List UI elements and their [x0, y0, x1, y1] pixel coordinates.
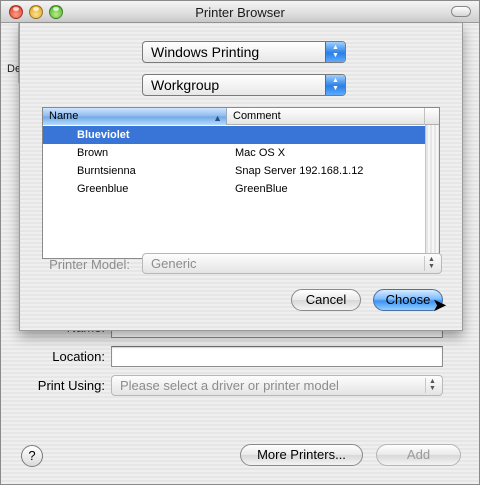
- help-button[interactable]: ?: [21, 445, 43, 467]
- table-row[interactable]: Brown Mac OS X: [43, 144, 425, 162]
- cancel-button[interactable]: Cancel: [291, 289, 361, 311]
- row-comment: GreenBlue: [235, 183, 288, 195]
- column-header-name[interactable]: Name ▲: [43, 108, 227, 125]
- location-field[interactable]: [111, 346, 443, 367]
- printer-list-table[interactable]: Name ▲ Comment Blueviolet Brown Mac OS X…: [42, 107, 440, 259]
- print-using-popup[interactable]: Please select a driver or printer model …: [111, 375, 443, 396]
- popup-arrows-icon: ▲ ▼: [425, 378, 439, 393]
- row-comment: Snap Server 192.168.1.12: [235, 165, 364, 177]
- mouse-pointer-icon: ➤: [432, 295, 448, 315]
- row-name: Blueviolet: [77, 129, 130, 141]
- column-header-name-label: Name: [49, 110, 79, 122]
- printer-model-popup[interactable]: Generic ▲ ▼: [142, 253, 442, 274]
- add-button[interactable]: Add: [376, 444, 461, 466]
- table-vertical-scrollbar[interactable]: [425, 125, 439, 258]
- window-title: Printer Browser: [195, 5, 285, 20]
- table-row[interactable]: Burntsienna Snap Server 192.168.1.12: [43, 162, 425, 180]
- popup-arrows-icon: ▲ ▼: [424, 256, 438, 271]
- print-using-label: Print Using:: [37, 378, 105, 393]
- workgroup-popup-value: Workgroup: [151, 77, 220, 93]
- protocol-popup[interactable]: Windows Printing ▲ ▼: [142, 41, 346, 63]
- row-name: Burntsienna: [77, 165, 136, 177]
- popup-arrows-icon: ▲ ▼: [325, 42, 345, 62]
- table-header: Name ▲ Comment: [43, 108, 439, 125]
- location-label: Location:: [52, 349, 105, 364]
- column-header-comment[interactable]: Comment: [227, 108, 425, 125]
- toolbar-toggle-button[interactable]: [451, 6, 471, 17]
- popup-arrows-icon: ▲ ▼: [325, 75, 345, 95]
- table-row[interactable]: Blueviolet: [43, 126, 425, 144]
- printer-browser-sheet: Windows Printing ▲ ▼ Workgroup ▲ ▼ Name ▲ …: [19, 23, 463, 331]
- row-name: Greenblue: [77, 183, 129, 195]
- sort-ascending-icon: ▲: [213, 113, 222, 123]
- title-bar: Printer Browser: [1, 1, 479, 23]
- print-using-value: Please select a driver or printer model: [120, 378, 339, 393]
- workgroup-popup[interactable]: Workgroup ▲ ▼: [142, 74, 346, 96]
- row-comment: Mac OS X: [235, 147, 286, 159]
- printer-browser-window: Printer Browser De Name: Location: Print…: [0, 0, 480, 485]
- printer-model-label: Printer Model:: [49, 257, 130, 272]
- more-printers-button[interactable]: More Printers...: [240, 444, 363, 466]
- protocol-popup-value: Windows Printing: [151, 44, 260, 60]
- table-row[interactable]: Greenblue GreenBlue: [43, 180, 425, 198]
- row-name: Brown: [77, 147, 109, 159]
- printer-model-value: Generic: [151, 256, 197, 271]
